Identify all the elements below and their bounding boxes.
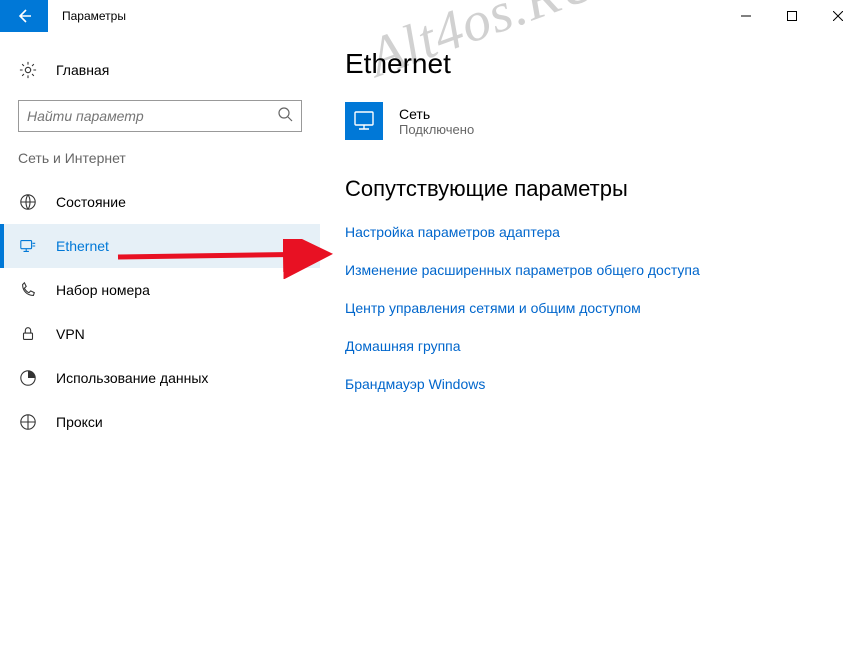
search-icon xyxy=(277,106,293,127)
nav-item-proxy[interactable]: Прокси xyxy=(0,400,320,444)
close-button[interactable] xyxy=(815,0,861,32)
link-adapter-settings[interactable]: Настройка параметров адаптера xyxy=(345,224,841,240)
nav-item-label: VPN xyxy=(56,326,85,342)
back-button[interactable] xyxy=(0,0,48,32)
nav-item-label: Набор номера xyxy=(56,282,150,298)
nav-item-label: Использование данных xyxy=(56,370,208,386)
nav-item-data-usage[interactable]: Использование данных xyxy=(0,356,320,400)
ethernet-icon xyxy=(18,236,38,256)
network-name: Сеть xyxy=(399,106,474,122)
nav-item-vpn[interactable]: VPN xyxy=(0,312,320,356)
network-info: Сеть Подключено xyxy=(399,106,474,137)
proxy-icon xyxy=(18,412,38,432)
page-title: Ethernet xyxy=(345,48,841,80)
minimize-button[interactable] xyxy=(723,0,769,32)
network-status: Подключено xyxy=(399,122,474,137)
nav-item-ethernet[interactable]: Ethernet xyxy=(0,224,320,268)
link-network-sharing-center[interactable]: Центр управления сетями и общим доступом xyxy=(345,300,841,316)
data-usage-icon xyxy=(18,368,38,388)
search-input[interactable] xyxy=(27,108,277,124)
related-settings-heading: Сопутствующие параметры xyxy=(345,176,841,202)
nav-item-label: Прокси xyxy=(56,414,103,430)
sidebar: Главная Сеть и Интернет Состояние Ethern… xyxy=(0,32,320,444)
nav-item-dialup[interactable]: Набор номера xyxy=(0,268,320,312)
nav-group-title: Сеть и Интернет xyxy=(0,150,320,166)
arrow-left-icon xyxy=(16,8,32,24)
home-button[interactable]: Главная xyxy=(0,50,320,90)
phone-icon xyxy=(18,280,38,300)
main-content: Ethernet Сеть Подключено Сопутствующие п… xyxy=(345,48,841,414)
vpn-icon xyxy=(18,324,38,344)
link-windows-firewall[interactable]: Брандмауэр Windows xyxy=(345,376,841,392)
home-label: Главная xyxy=(56,62,109,78)
search-container xyxy=(0,100,320,132)
nav-item-label: Состояние xyxy=(56,194,126,210)
nav-item-status[interactable]: Состояние xyxy=(0,180,320,224)
link-advanced-sharing[interactable]: Изменение расширенных параметров общего … xyxy=(345,262,841,278)
title-bar: Параметры xyxy=(0,0,861,32)
window-controls xyxy=(723,0,861,32)
network-tile-icon xyxy=(345,102,383,140)
nav-item-label: Ethernet xyxy=(56,238,109,254)
link-homegroup[interactable]: Домашняя группа xyxy=(345,338,841,354)
maximize-button[interactable] xyxy=(769,0,815,32)
minimize-icon xyxy=(741,11,751,21)
globe-icon xyxy=(18,192,38,212)
close-icon xyxy=(833,11,843,21)
search-box[interactable] xyxy=(18,100,302,132)
maximize-icon xyxy=(787,11,797,21)
window-title: Параметры xyxy=(48,0,723,32)
network-entry[interactable]: Сеть Подключено xyxy=(345,102,841,140)
gear-icon xyxy=(18,60,38,80)
